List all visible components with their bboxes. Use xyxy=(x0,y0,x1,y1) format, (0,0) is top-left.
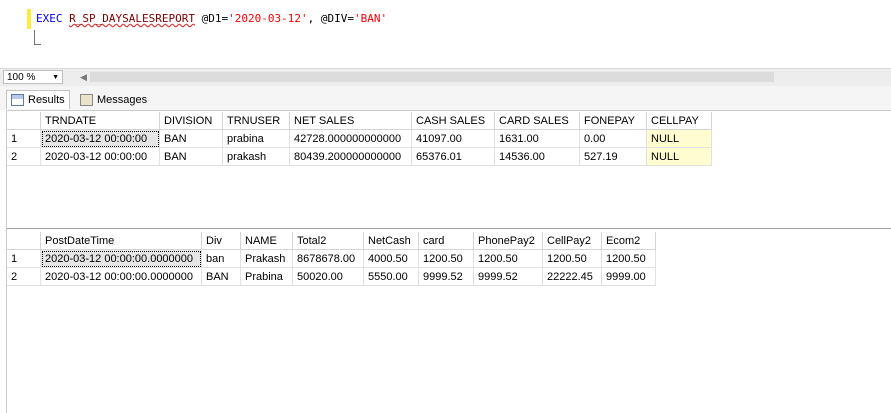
result-grid-2[interactable]: PostDateTime Div NAME Total2 NetCash car… xyxy=(7,232,891,413)
row-number-header xyxy=(7,232,41,250)
tab-results[interactable]: Results xyxy=(6,90,70,109)
tab-messages-label: Messages xyxy=(97,93,148,106)
table-cell[interactable]: 1631.00 xyxy=(494,129,580,148)
table-cell[interactable]: 2020-03-12 00:00:00.0000000 xyxy=(40,249,202,268)
table-cell[interactable]: 527.19 xyxy=(579,147,647,166)
column-header[interactable]: Div xyxy=(201,232,241,250)
table-row[interactable]: 2 2020-03-12 00:00:00 BAN prakash 80439.… xyxy=(7,147,712,166)
column-header[interactable]: CARD SALES xyxy=(494,112,580,130)
table-cell[interactable]: ban xyxy=(201,249,241,268)
param2-value: 'BAN' xyxy=(353,12,388,25)
table-cell[interactable]: 2020-03-12 00:00:00 xyxy=(40,147,160,166)
exec-keyword: EXEC xyxy=(36,12,63,25)
column-header[interactable]: CellPay2 xyxy=(542,232,602,250)
column-header[interactable]: NET SALES xyxy=(289,112,412,130)
table-cell[interactable]: 80439.200000000000 xyxy=(289,147,412,166)
table-row[interactable]: 2 2020-03-12 00:00:00.0000000 BAN Prabin… xyxy=(7,267,656,286)
table-cell[interactable]: BAN xyxy=(159,129,223,148)
outline-bracket xyxy=(34,30,41,45)
table-cell[interactable]: 9999.52 xyxy=(418,267,474,286)
row-number-header xyxy=(7,112,41,130)
table-cell[interactable]: 1200.50 xyxy=(473,249,543,268)
table-cell[interactable]: 9999.00 xyxy=(601,267,656,286)
row-number[interactable]: 1 xyxy=(7,129,41,148)
horizontal-scrollbar[interactable] xyxy=(90,72,774,82)
grid-icon xyxy=(11,94,24,106)
table-cell[interactable]: 0.00 xyxy=(579,129,647,148)
tab-results-label: Results xyxy=(28,94,65,106)
header-row: TRNDATE DIVISION TRNUSER NET SALES CASH … xyxy=(7,112,712,130)
table-cell[interactable]: 42728.000000000000 xyxy=(289,129,412,148)
table-row[interactable]: 1 2020-03-12 00:00:00 BAN prabina 42728.… xyxy=(7,129,712,148)
results-left-margin xyxy=(0,110,7,413)
procedure-name: R_SP_DAYSALESREPORT xyxy=(69,12,195,25)
table-cell[interactable]: Prakash xyxy=(240,249,293,268)
table-cell[interactable]: 9999.52 xyxy=(473,267,543,286)
table-cell[interactable]: BAN xyxy=(159,147,223,166)
table-cell[interactable]: 5550.00 xyxy=(363,267,419,286)
table-cell[interactable]: 1200.50 xyxy=(418,249,474,268)
column-header[interactable]: Total2 xyxy=(292,232,364,250)
zoom-dropdown[interactable]: 100 % ▼ xyxy=(3,70,63,84)
table-cell[interactable]: 14536.00 xyxy=(494,147,580,166)
table-cell[interactable]: 2020-03-12 00:00:00.0000000 xyxy=(40,267,202,286)
row-number[interactable]: 1 xyxy=(7,249,41,268)
table-cell[interactable]: 22222.45 xyxy=(542,267,602,286)
row-number[interactable]: 2 xyxy=(7,267,41,286)
column-header[interactable]: TRNDATE xyxy=(40,112,160,130)
column-header[interactable]: Ecom2 xyxy=(601,232,656,250)
table-cell[interactable]: 8678678.00 xyxy=(292,249,364,268)
query-editor[interactable]: EXEC R_SP_DAYSALESREPORT @D1='2020-03-12… xyxy=(0,0,891,68)
column-header[interactable]: CELLPAY xyxy=(646,112,712,130)
column-header[interactable]: TRNUSER xyxy=(222,112,290,130)
result-grid-1[interactable]: TRNDATE DIVISION TRNUSER NET SALES CASH … xyxy=(7,112,891,229)
column-header[interactable]: PostDateTime xyxy=(40,232,202,250)
table-cell[interactable]: 4000.50 xyxy=(363,249,419,268)
table-cell[interactable]: 41097.00 xyxy=(411,129,495,148)
messages-icon xyxy=(80,93,93,106)
param2-name: @DIV= xyxy=(320,12,354,25)
param-separator: , xyxy=(307,12,321,25)
tab-messages[interactable]: Messages xyxy=(76,90,151,109)
table-cell[interactable]: Prabina xyxy=(240,267,293,286)
table-cell[interactable]: prakash xyxy=(222,147,290,166)
table-cell[interactable]: NULL xyxy=(646,147,712,166)
row-number[interactable]: 2 xyxy=(7,147,41,166)
column-header[interactable]: NetCash xyxy=(363,232,419,250)
result-table-2: PostDateTime Div NAME Total2 NetCash car… xyxy=(7,232,656,286)
query-text[interactable]: EXEC R_SP_DAYSALESREPORT @D1='2020-03-12… xyxy=(36,12,387,25)
table-cell[interactable]: prabina xyxy=(222,129,290,148)
column-header[interactable]: NAME xyxy=(240,232,293,250)
column-header[interactable]: PhonePay2 xyxy=(473,232,543,250)
column-header[interactable]: DIVISION xyxy=(159,112,223,130)
table-cell[interactable]: BAN xyxy=(201,267,241,286)
column-header[interactable]: CASH SALES xyxy=(411,112,495,130)
chevron-down-icon: ▼ xyxy=(52,74,59,81)
table-cell[interactable]: NULL xyxy=(646,129,712,148)
table-row[interactable]: 1 2020-03-12 00:00:00.0000000 ban Prakas… xyxy=(7,249,656,268)
column-header[interactable]: card xyxy=(418,232,474,250)
table-cell[interactable]: 2020-03-12 00:00:00 xyxy=(40,129,160,148)
change-marker xyxy=(27,9,31,29)
table-cell[interactable]: 1200.50 xyxy=(601,249,656,268)
param1-value: '2020-03-12' xyxy=(228,12,308,25)
results-tabs: Results Messages xyxy=(0,86,891,111)
zoom-value: 100 % xyxy=(7,72,36,83)
column-header[interactable]: FONEPAY xyxy=(579,112,647,130)
table-cell[interactable]: 1200.50 xyxy=(542,249,602,268)
result-table-1: TRNDATE DIVISION TRNUSER NET SALES CASH … xyxy=(7,112,712,166)
param1-name: @D1= xyxy=(194,12,229,25)
editor-status-bar: 100 % ▼ ◀ xyxy=(0,68,891,86)
header-row: PostDateTime Div NAME Total2 NetCash car… xyxy=(7,232,656,250)
scroll-left-icon[interactable]: ◀ xyxy=(80,72,87,83)
table-cell[interactable]: 65376.01 xyxy=(411,147,495,166)
table-cell[interactable]: 50020.00 xyxy=(292,267,364,286)
